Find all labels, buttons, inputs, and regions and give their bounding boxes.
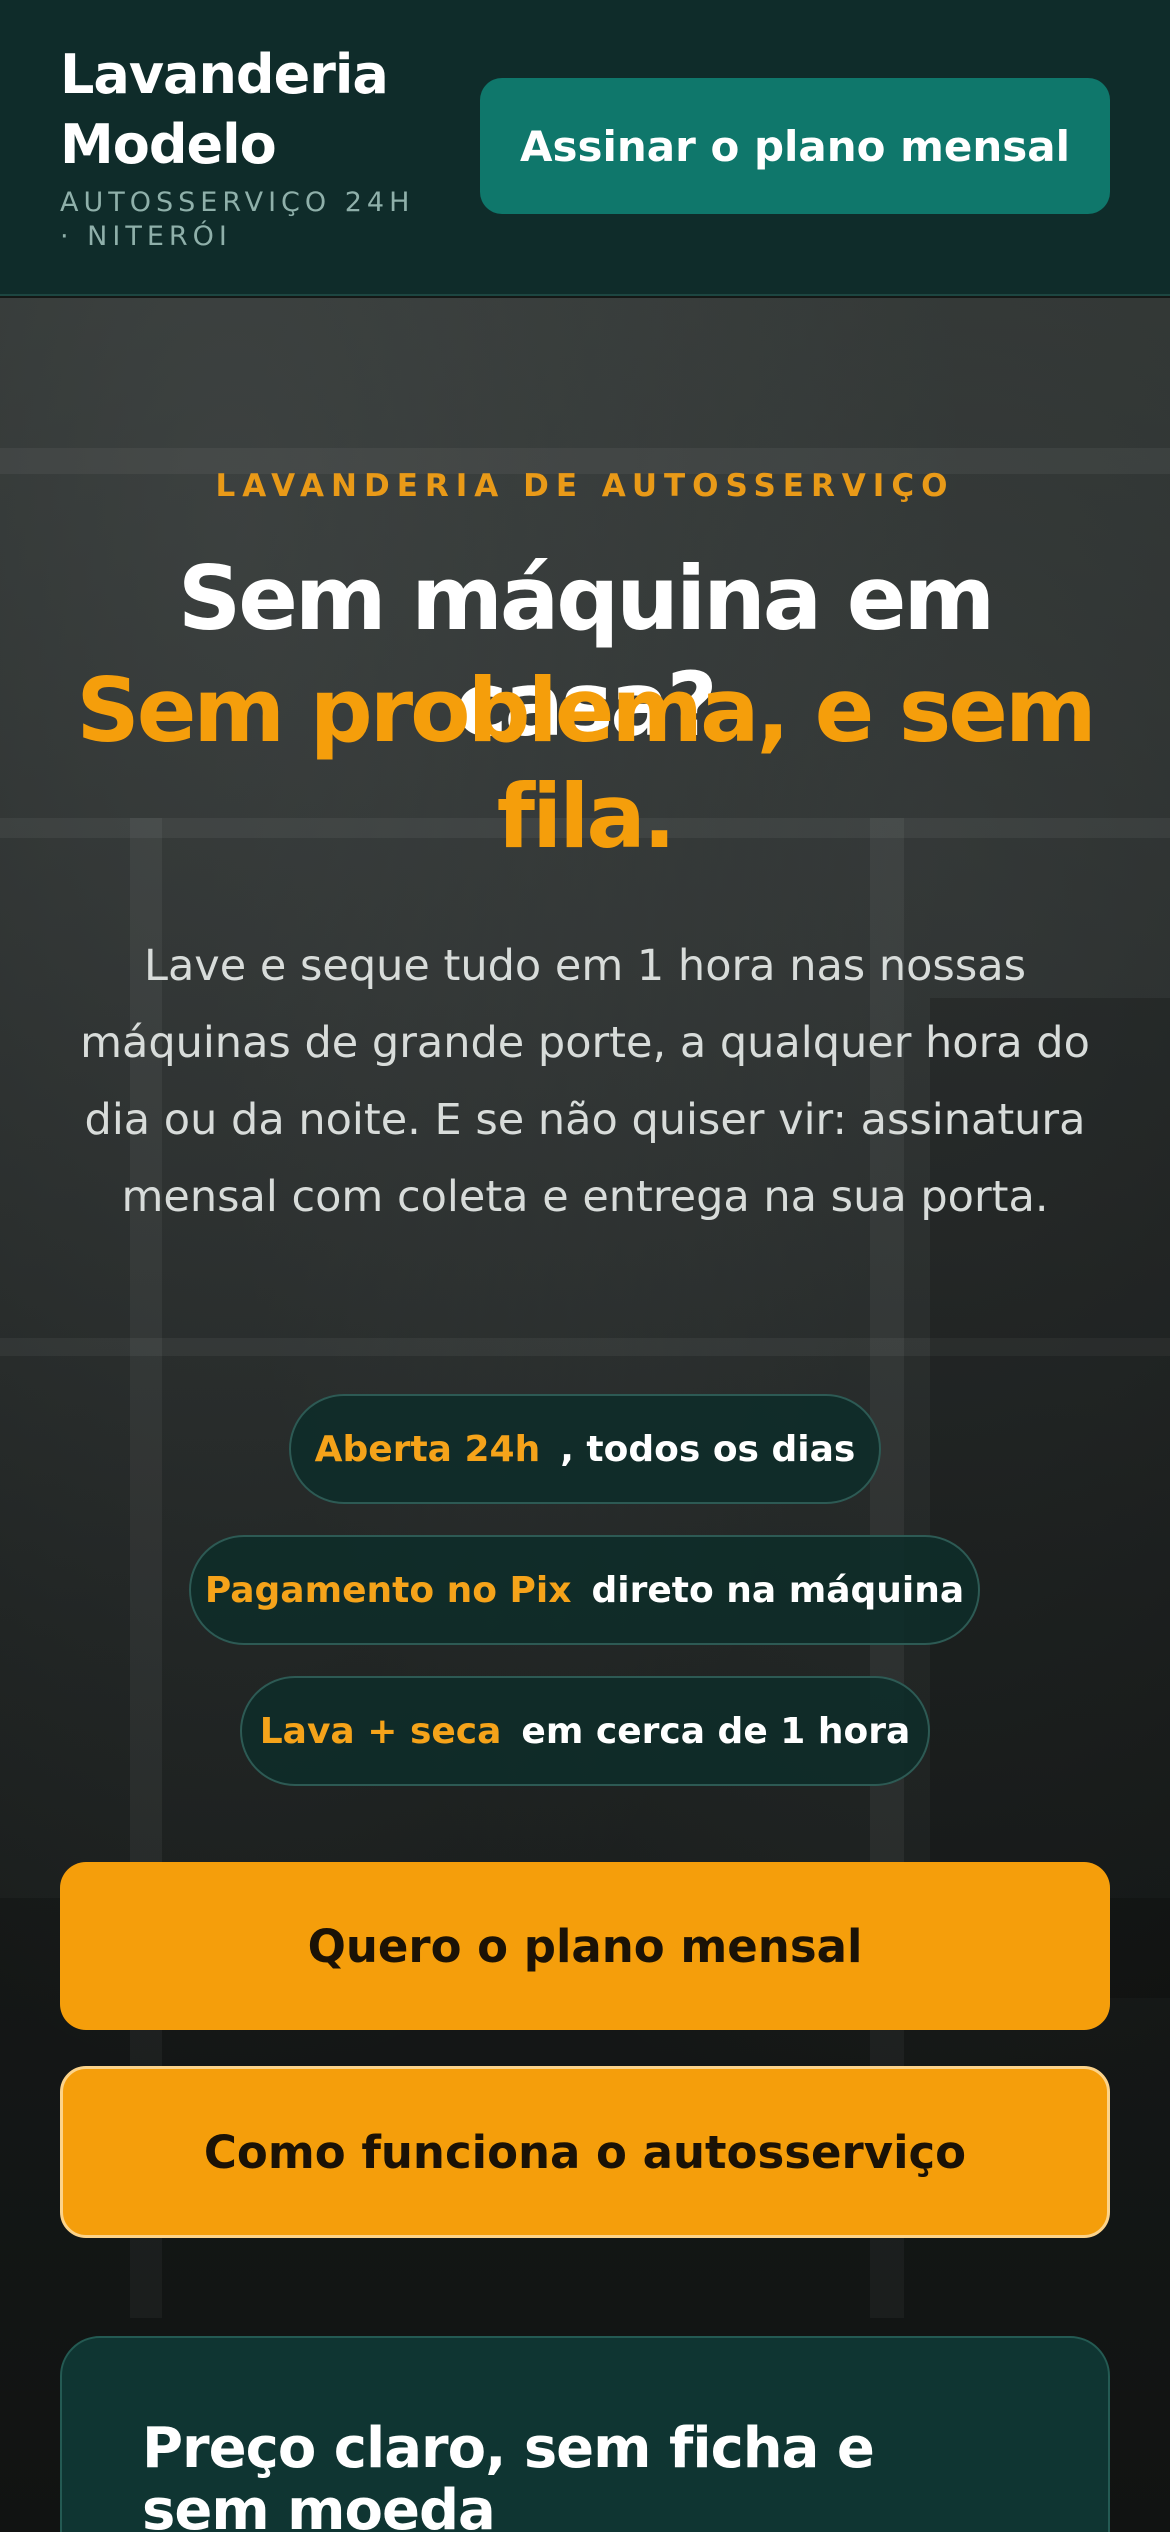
pricing-title: Preço claro, sem ficha e sem moeda [142,2416,875,2532]
feature-pill-wash-dry: Lava + seca em cerca de 1 hora [240,1676,930,1786]
feature-text: , todos os dias [560,1428,856,1470]
pricing-card: Preço claro, sem ficha e sem moeda [60,2336,1110,2532]
hero-section: LAVANDERIA DE AUTOSSERVIÇO Sem máquina e… [0,298,1170,2532]
hero-kicker: LAVANDERIA DE AUTOSSERVIÇO [215,468,955,504]
hero-title-accent: Sem problema, e sem fila. [76,659,1096,868]
subscribe-plan-button[interactable]: Assinar o plano mensal [480,78,1110,214]
feature-pill-pix: Pagamento no Pix direto na máquina [189,1535,980,1645]
feature-pill-24h: Aberta 24h , todos os dias [289,1394,881,1504]
site-header: Lavanderia Modelo AUTOSSERVIÇO 24H · NIT… [0,0,1170,296]
how-it-works-button[interactable]: Como funciona o autosserviço [60,2066,1110,2238]
brand-tagline: AUTOSSERVIÇO 24H · NITERÓI [60,187,415,252]
feature-text: direto na máquina [591,1569,965,1611]
feature-highlight: Aberta 24h [314,1428,541,1470]
feature-highlight: Pagamento no Pix [204,1569,572,1611]
monthly-plan-button[interactable]: Quero o plano mensal [60,1862,1110,2030]
brand-name: Lavanderia Modelo [60,43,389,176]
feature-text: em cerca de 1 hora [521,1710,911,1752]
hero-lead: Lave e seque tudo em 1 hora nas nossas m… [80,941,1090,1222]
brand[interactable]: Lavanderia Modelo AUTOSSERVIÇO 24H · NIT… [60,40,440,254]
landing-page: Lavanderia Modelo AUTOSSERVIÇO 24H · NIT… [0,0,1170,2532]
feature-highlight: Lava + seca [259,1710,502,1752]
